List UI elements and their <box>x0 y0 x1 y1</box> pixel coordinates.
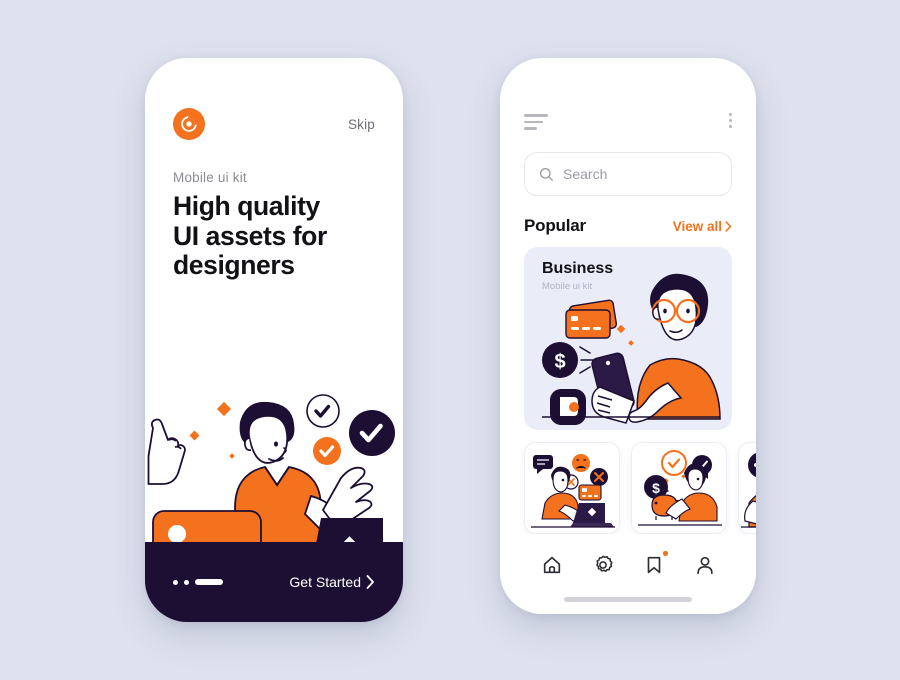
thumb-illustration-3 <box>741 453 756 528</box>
browse-topbar <box>524 110 732 132</box>
orange-credit-cards <box>565 299 618 339</box>
person-icon <box>696 556 713 575</box>
tab-profile[interactable] <box>690 550 720 580</box>
featured-card-illustration: $ <box>542 273 721 425</box>
pointing-hand <box>147 418 186 485</box>
person-head <box>239 401 295 464</box>
get-started-button[interactable]: Get Started <box>289 574 375 590</box>
thumb-illustration-1 <box>531 454 615 528</box>
svg-text:$: $ <box>554 351 565 373</box>
orange-diamonds <box>189 401 235 459</box>
pagination-dots[interactable] <box>173 579 223 585</box>
search-icon <box>540 167 553 181</box>
onboarding-phone-mockup: Skip Mobile ui kit High quality UI asset… <box>145 58 403 622</box>
wallet-app-icon <box>550 389 586 425</box>
hamburger-menu-icon[interactable] <box>524 110 548 130</box>
headline-line-2: UI assets for <box>173 220 327 251</box>
home-icon <box>543 556 560 574</box>
search-placeholder: Search <box>563 166 608 182</box>
bottom-tab-bar <box>500 534 756 614</box>
app-logo-spiral-icon[interactable] <box>173 108 205 140</box>
kebab-dot-3 <box>729 125 732 128</box>
chevron-right-icon <box>725 221 732 232</box>
check-badge-black <box>349 410 395 456</box>
onboarding-footer: Get Started <box>145 542 403 622</box>
pagination-dot-1[interactable] <box>173 579 178 585</box>
tab-settings[interactable] <box>588 550 618 580</box>
dollar-coin-badge: $ <box>542 342 578 378</box>
browse-phone-mockup: Search Popular View all Business Mobile … <box>500 58 756 614</box>
onboarding-header: Skip Mobile ui kit High quality UI asset… <box>145 58 403 281</box>
thumbnail-row[interactable]: $ <box>524 442 756 534</box>
get-started-label: Get Started <box>289 574 361 590</box>
hamburger-line-2 <box>524 120 543 124</box>
eye <box>274 441 278 447</box>
kebab-menu-icon[interactable] <box>729 110 732 128</box>
kebab-dot-2 <box>729 119 732 122</box>
headline-line-1: High quality <box>173 191 320 221</box>
headline-line-3: designers <box>173 250 295 281</box>
tab-bookmarks[interactable] <box>639 550 669 580</box>
bookmark-badge-dot <box>663 551 668 556</box>
hamburger-line-1 <box>524 114 548 117</box>
bookmark-icon <box>647 556 660 574</box>
thumbnail-card-messages[interactable] <box>738 442 756 534</box>
pagination-dot-2[interactable] <box>184 579 189 585</box>
thumbnail-card-savings[interactable]: $ <box>631 442 727 534</box>
pagination-dot-3-active[interactable] <box>195 579 223 585</box>
svg-text:$: $ <box>652 480 660 496</box>
view-all-label: View all <box>672 219 722 234</box>
onboarding-headline: High quality UI assets for designers <box>173 191 375 281</box>
check-badge-orange <box>313 437 341 465</box>
browse-content: Search Popular View all Business Mobile … <box>500 58 756 534</box>
thumb-illustration-2: $ <box>638 450 722 526</box>
onboarding-kicker: Mobile ui kit <box>173 170 247 185</box>
section-title: Popular <box>524 216 586 235</box>
skip-button[interactable]: Skip <box>348 117 375 132</box>
thumbnail-card-chat-laptop[interactable] <box>524 442 620 534</box>
head-with-glasses <box>650 273 709 341</box>
featured-card-business[interactable]: Business Mobile ui kit $ <box>524 247 732 430</box>
tab-home[interactable] <box>537 550 567 580</box>
home-indicator-bar <box>564 597 692 602</box>
kebab-dot-1 <box>729 113 732 116</box>
canvas: Skip Mobile ui kit High quality UI asset… <box>0 0 900 680</box>
view-all-button[interactable]: View all <box>673 219 732 234</box>
check-badge-outline <box>306 394 340 428</box>
hamburger-line-3 <box>524 127 537 130</box>
chevron-right-icon <box>366 575 374 589</box>
popular-section-header: Popular View all <box>524 216 732 236</box>
gear-icon <box>595 555 613 573</box>
search-input[interactable]: Search <box>524 152 732 196</box>
